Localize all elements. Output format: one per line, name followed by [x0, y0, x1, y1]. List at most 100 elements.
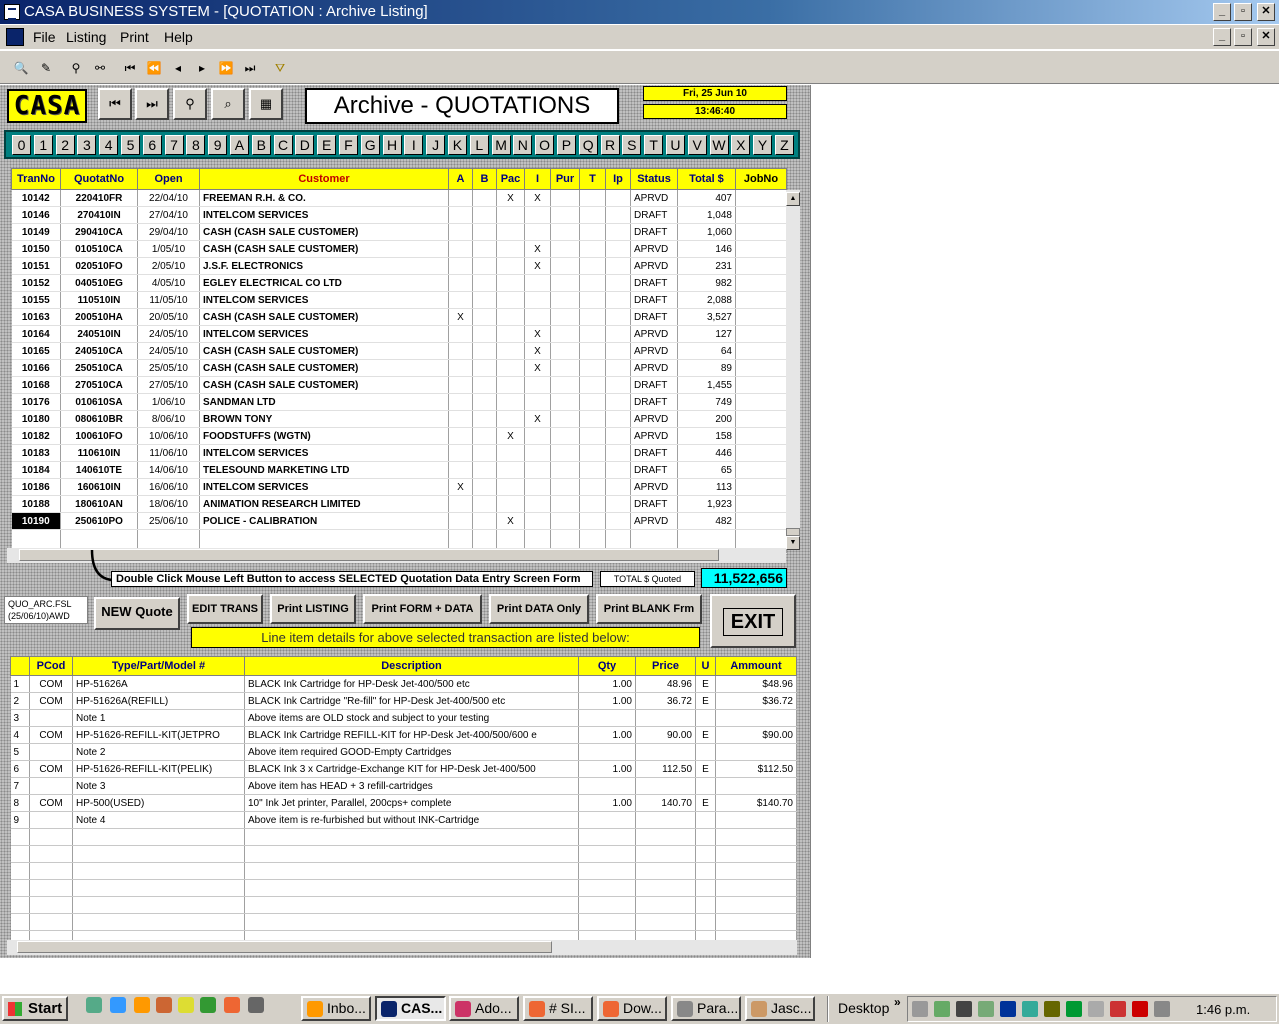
quicklaunch-app-icon[interactable]: [248, 997, 264, 1013]
scroll-up-icon[interactable]: ▲: [786, 192, 800, 206]
quotation-row[interactable]: 10176 010610SA 1/06/10 SANDMAN LTD DRAFT 749: [11, 393, 787, 411]
scroll-down-icon[interactable]: ▼: [786, 536, 800, 550]
alpha-key[interactable]: S: [622, 135, 642, 155]
alpha-key[interactable]: Q: [578, 135, 598, 155]
menu-listing[interactable]: Listing: [66, 29, 106, 45]
find-next-icon[interactable]: ⚯: [90, 58, 110, 78]
line-item-row[interactable]: 6 COM HP-51626-REFILL-KIT(PELIK) BLACK Ink …: [10, 760, 797, 778]
line-item-row[interactable]: [10, 862, 797, 880]
alpha-key[interactable]: 5: [120, 135, 140, 155]
disconnected-network-icon[interactable]: [1088, 1001, 1104, 1017]
rewind-icon[interactable]: ⏪: [144, 58, 164, 78]
alpha-key[interactable]: J: [426, 135, 446, 155]
line-item-row[interactable]: 3 Note 1 Above items are OLD stock and sub…: [10, 709, 797, 727]
window-title-bar[interactable]: CASA BUSINESS SYSTEM - [QUOTATION : Arch…: [0, 0, 1279, 24]
edit-form-icon[interactable]: ✎: [36, 58, 56, 78]
line-item-row[interactable]: 2 COM HP-51626A(REFILL) BLACK Ink Cartridge…: [10, 692, 797, 710]
alpha-key[interactable]: C: [273, 135, 293, 155]
display-icon[interactable]: [1154, 1001, 1170, 1017]
column-header[interactable]: I: [524, 168, 551, 190]
last-record-icon[interactable]: ⏭: [240, 58, 260, 78]
alpha-key[interactable]: P: [556, 135, 576, 155]
alpha-key[interactable]: 8: [186, 135, 206, 155]
column-header[interactable]: Customer: [199, 168, 449, 190]
document-icon[interactable]: [6, 28, 24, 46]
taskbar-app-downloads[interactable]: Dow...: [597, 996, 667, 1021]
quicklaunch-ie-icon[interactable]: [110, 997, 126, 1013]
line-column-header[interactable]: [10, 656, 30, 676]
quotation-row[interactable]: 10182 100610FO 10/06/10 FOODSTUFFS (WGTN) X A…: [11, 427, 787, 445]
taskbar-app-adobe[interactable]: Ado...: [449, 996, 519, 1021]
child-minimize-button[interactable]: _: [1213, 28, 1231, 46]
column-header[interactable]: A: [448, 168, 473, 190]
alpha-key[interactable]: 3: [77, 135, 97, 155]
column-header[interactable]: B: [472, 168, 497, 190]
alpha-key[interactable]: F: [338, 135, 358, 155]
print-blank-form-button[interactable]: Print BLANK Frm: [596, 594, 702, 624]
alpha-key[interactable]: I: [404, 135, 424, 155]
line-item-row[interactable]: 5 Note 2 Above item required GOOD-Empty Ca…: [10, 743, 797, 761]
column-header[interactable]: Open: [137, 168, 200, 190]
quotation-row[interactable]: 10164 240510IN 24/05/10 INTELCOM SERVICES X A…: [11, 325, 787, 343]
ati-icon[interactable]: [1132, 1001, 1148, 1017]
alpha-key[interactable]: 1: [33, 135, 53, 155]
taskbar-app-casa[interactable]: CAS...: [375, 996, 446, 1021]
scroll-thumb[interactable]: [19, 549, 719, 561]
quicklaunch-desktop-icon[interactable]: [86, 997, 102, 1013]
column-header[interactable]: Pac: [496, 168, 525, 190]
quotation-row[interactable]: 10190 250610PO 25/06/10 POLICE - CALIBRATIO…: [11, 512, 787, 530]
alpha-key[interactable]: 9: [208, 135, 228, 155]
line-items-horizontal-scrollbar[interactable]: [7, 940, 797, 955]
scroll-thumb[interactable]: [17, 941, 552, 953]
line-column-header[interactable]: Type/Part/Model #: [72, 656, 245, 676]
alpha-key[interactable]: V: [687, 135, 707, 155]
line-item-row[interactable]: 7 Note 3 Above item has HEAD + 3 refill-ca…: [10, 777, 797, 795]
app-icon[interactable]: [4, 4, 20, 20]
alpha-key[interactable]: W: [709, 135, 729, 155]
start-button[interactable]: Start: [2, 996, 68, 1021]
menu-print[interactable]: Print: [120, 29, 149, 45]
menu-help[interactable]: Help: [164, 29, 193, 45]
taskbar-app-inbox[interactable]: Inbo...: [301, 996, 371, 1021]
new-quote-button[interactable]: NEW Quote: [94, 597, 180, 630]
quotation-vertical-scrollbar[interactable]: ▲ ▼: [786, 190, 800, 550]
mypc-icon[interactable]: [934, 1001, 950, 1017]
scroll-thumb[interactable]: [786, 528, 800, 536]
quicklaunch-calendar-icon[interactable]: [156, 997, 172, 1013]
close-button[interactable]: ✕: [1257, 3, 1275, 21]
child-close-button[interactable]: ✕: [1257, 28, 1275, 46]
volume-icon[interactable]: [912, 1001, 928, 1017]
search-user-icon[interactable]: ⚲: [173, 88, 207, 120]
quotation-row[interactable]: 10152 040510EG 4/05/10 EGLEY ELECTRICAL CO …: [11, 274, 787, 292]
desktop-toolbar-label[interactable]: Desktop: [838, 1000, 889, 1016]
alpha-key[interactable]: Y: [753, 135, 773, 155]
alpha-key[interactable]: U: [665, 135, 685, 155]
alpha-key[interactable]: Z: [774, 135, 794, 155]
menu-file[interactable]: File: [33, 29, 56, 45]
last-page-button[interactable]: ⏭: [135, 88, 169, 120]
alpha-key[interactable]: B: [251, 135, 271, 155]
quotation-row[interactable]: 10151 020510FO 2/05/10 J.S.F. ELECTRONICS X A…: [11, 257, 787, 275]
child-restore-button[interactable]: ▫: [1234, 28, 1252, 46]
quicklaunch-outlook-icon[interactable]: [134, 997, 150, 1013]
column-header[interactable]: Status: [630, 168, 678, 190]
alpha-key[interactable]: K: [447, 135, 467, 155]
quotation-row[interactable]: 10163 200510HA 20/05/10 CASH (CASH SALE CUS…: [11, 308, 787, 326]
quotation-row[interactable]: 10180 080610BR 8/06/10 BROWN TONY X APRVD 200: [11, 410, 787, 428]
bug-icon[interactable]: [1044, 1001, 1060, 1017]
quotation-row[interactable]: 10142 220410FR 22/04/10 FREEMAN R.H. & CO. X…: [11, 189, 787, 207]
column-header[interactable]: Pur: [550, 168, 580, 190]
filter-icon[interactable]: ⛛: [270, 58, 290, 78]
toolbar-chevron[interactable]: »: [894, 995, 901, 1009]
taskbar-app-firefox-si[interactable]: # SI...: [523, 996, 593, 1021]
clock[interactable]: 1:46 p.m.: [1196, 1002, 1250, 1017]
minimize-button[interactable]: _: [1213, 3, 1231, 21]
line-item-row[interactable]: [10, 828, 797, 846]
alpha-key[interactable]: G: [360, 135, 380, 155]
first-record-icon[interactable]: ⏮: [120, 58, 140, 78]
quotation-horizontal-scrollbar[interactable]: [7, 548, 786, 563]
exit-button[interactable]: EXIT: [710, 594, 796, 648]
line-column-header[interactable]: U: [695, 656, 716, 676]
quotation-row[interactable]: 10188 180610AN 18/06/10 ANIMATION RESEARCH …: [11, 495, 787, 513]
alpha-key[interactable]: 2: [55, 135, 75, 155]
